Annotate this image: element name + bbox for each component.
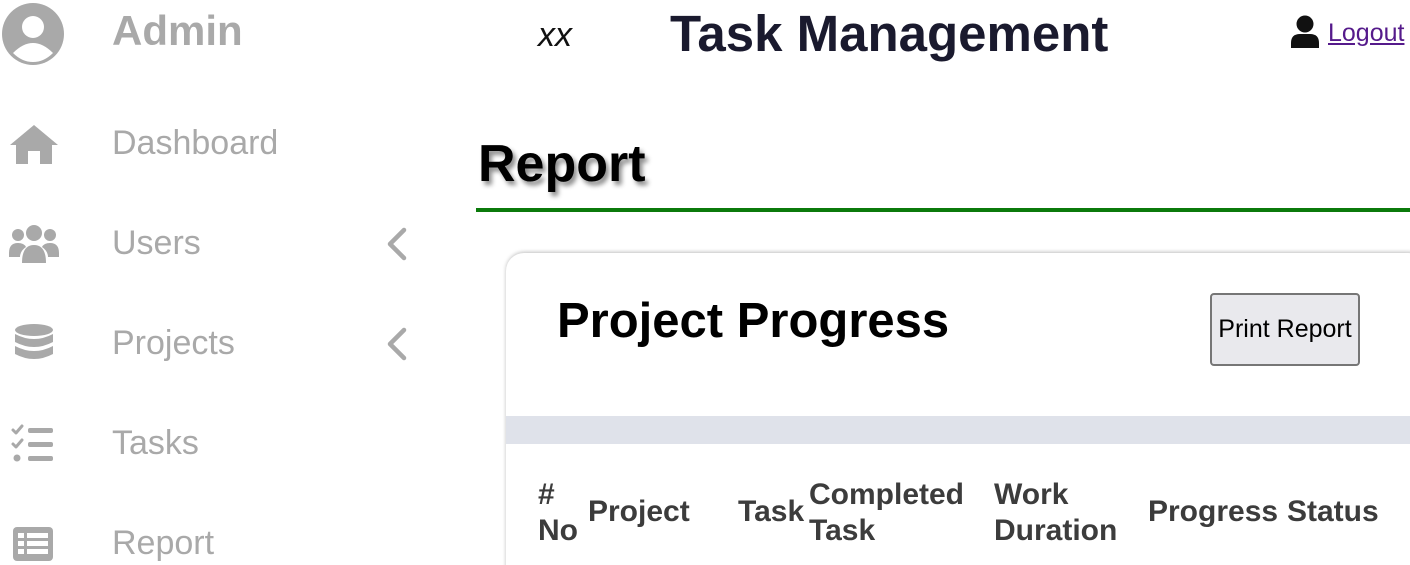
database-icon (15, 324, 53, 359)
column-header-status[interactable]: Status (1287, 494, 1379, 530)
sidebar-item-label: Users (112, 224, 201, 262)
sidebar: Admin Dashboard Users Projects Tasks Rep… (0, 0, 440, 565)
column-header-project[interactable]: Project (588, 494, 690, 530)
logout-link[interactable]: Logout (1328, 21, 1404, 46)
sidebar-item-label: Projects (112, 324, 235, 362)
column-header-line: Status (1287, 495, 1379, 528)
sidebar-item-tasks[interactable]: Tasks (0, 413, 420, 473)
page: Admin Dashboard Users Projects Tasks Rep… (0, 0, 1410, 565)
title-divider (476, 208, 1410, 212)
column-header-line: Project (588, 495, 690, 528)
column-header-line: Completed (809, 478, 965, 511)
column-header-line: Progress (1148, 495, 1279, 528)
card-title: Project Progress (557, 294, 950, 348)
card-band (506, 416, 1410, 444)
home-icon (10, 125, 58, 164)
app-title: Task Management (670, 5, 1109, 62)
column-header-progress[interactable]: Progress (1148, 494, 1278, 530)
sidebar-item-dashboard[interactable]: Dashboard (0, 113, 420, 173)
users-icon (9, 225, 59, 263)
sidebar-item-label: Report (112, 524, 215, 562)
column-header-line: # (538, 478, 555, 511)
sidebar-item-users[interactable]: Users (0, 213, 420, 273)
column-header-work-duration[interactable]: Work Duration (994, 477, 1117, 549)
column-header-completed-task[interactable]: Completed Task (809, 477, 964, 549)
chevron-left-icon[interactable] (384, 227, 410, 261)
column-header-line: Work (994, 478, 1069, 511)
column-header-task[interactable]: Task (738, 494, 804, 530)
sidebar-item-projects[interactable]: Projects (0, 313, 420, 373)
user-circle-icon (2, 3, 64, 65)
column-header-line: No (538, 514, 578, 547)
print-report-button[interactable]: Print Report (1210, 293, 1360, 366)
chevron-left-icon[interactable] (384, 327, 410, 361)
sidebar-item-report[interactable]: Report (0, 513, 420, 565)
column-header-line: Task (809, 514, 876, 547)
tasks-checklist-icon (11, 424, 53, 462)
sidebar-item-label: Tasks (112, 424, 199, 462)
header-mark: xx (538, 16, 572, 54)
page-title: Report (478, 135, 646, 193)
sidebar-brand: Admin (112, 7, 243, 54)
column-header-line: Task (738, 495, 805, 528)
user-icon (1291, 15, 1319, 48)
sidebar-item-label: Dashboard (112, 124, 279, 162)
column-header-no[interactable]: # No (538, 477, 578, 549)
report-table-icon (13, 527, 53, 561)
column-header-line: Duration (994, 514, 1118, 547)
